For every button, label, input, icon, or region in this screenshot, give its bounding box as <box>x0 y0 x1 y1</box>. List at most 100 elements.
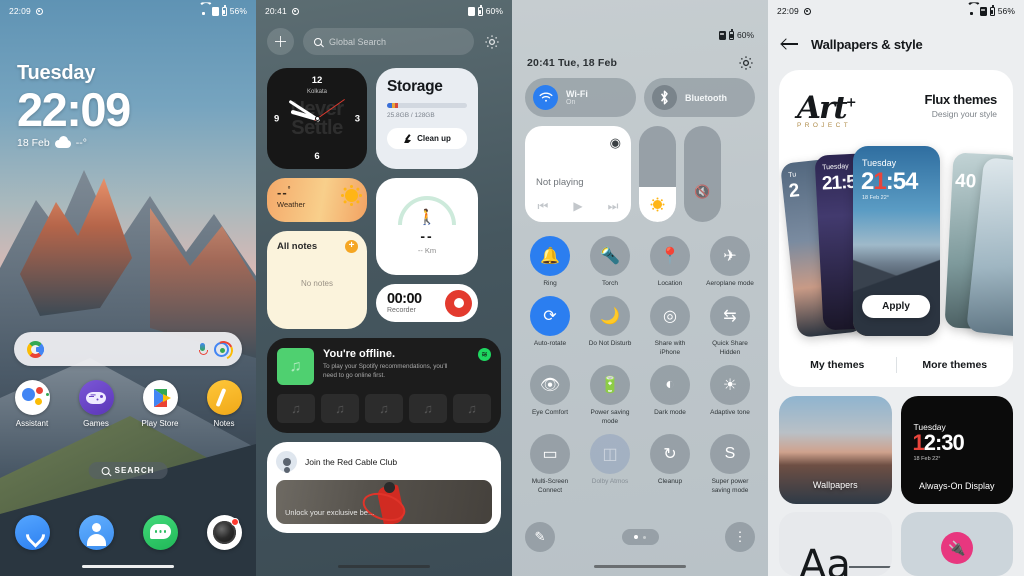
moon-icon: 🌙 <box>590 296 630 337</box>
fonts-tile[interactable]: Aa <box>779 512 892 576</box>
qs-toggle-quick-share[interactable]: ⇆ Quick Share Hidden <box>700 292 760 357</box>
spotify-tile[interactable]: ♫ <box>321 394 359 423</box>
apply-button[interactable]: Apply <box>862 295 930 318</box>
red-cable-banner[interactable]: Unlock your exclusive be... <box>276 480 492 524</box>
dock-messages[interactable] <box>128 515 192 550</box>
dock-contacts[interactable] <box>64 515 128 550</box>
media-prev-button[interactable]: ⏮ <box>538 199 549 214</box>
brightness-slider[interactable] <box>639 126 676 222</box>
qs-tile-wifi[interactable]: Wi-Fi On <box>525 78 636 117</box>
gear-icon[interactable] <box>737 54 755 72</box>
broom-icon <box>403 134 412 143</box>
qs-top-tiles: Wi-Fi On Bluetooth <box>525 78 755 117</box>
album-art-placeholder: ♫ <box>277 348 314 385</box>
battery-percent: 56% <box>229 6 247 16</box>
qs-toggle-cleanup[interactable]: ↻ Cleanup <box>640 430 700 495</box>
nav-gesture-bar[interactable] <box>338 564 430 568</box>
recorder-widget[interactable]: 00:00 Recorder <box>376 284 478 322</box>
play-store-icon <box>142 380 178 415</box>
search-pill-button[interactable]: SEARCH <box>88 462 168 479</box>
art-project-logo: Art+ PROJECT <box>797 90 857 129</box>
spotify-widget[interactable]: ♫ You're offline. To play your Spotify r… <box>267 338 501 433</box>
qs-toggle-ring[interactable]: 🔔 Ring <box>520 232 580 288</box>
global-search-bar[interactable]: Global Search <box>303 28 474 55</box>
page-indicator[interactable] <box>621 529 659 545</box>
google-search-bar[interactable] <box>14 332 242 366</box>
panel-wallpapers-style: 22:09 56% Wallpapers & style Art+ PROJEC… <box>768 0 1024 576</box>
qs-tile-bluetooth[interactable]: Bluetooth <box>644 78 755 117</box>
pencil-icon[interactable]: ✎ <box>525 522 555 552</box>
spotify-tile[interactable]: ♫ <box>277 394 315 423</box>
storage-widget[interactable]: Storage 25.8GB / 128GB Clean up <box>376 68 478 169</box>
weather-widget[interactable]: --° Weather <box>267 178 367 222</box>
record-dot-icon <box>35 7 43 15</box>
bell-icon: 🔔 <box>530 236 570 276</box>
microphone-icon[interactable] <box>199 342 208 356</box>
weather-label: Weather <box>277 200 306 209</box>
app-notes[interactable]: Notes <box>192 380 256 428</box>
nav-gesture-bar[interactable] <box>82 564 174 568</box>
wifi-icon <box>533 85 558 110</box>
qs-toggle-dnd[interactable]: 🌙 Do Not Disturb <box>580 292 640 357</box>
notes-icon <box>206 380 242 415</box>
add-widget-button[interactable] <box>267 28 294 55</box>
qs-toggle-dark-mode[interactable]: ◐ Dark mode <box>640 361 700 426</box>
contrast-circle-icon: ◐ <box>650 365 690 406</box>
qs-toggle-aeroplane[interactable]: ✈ Aeroplane mode <box>700 232 760 288</box>
app-assistant[interactable]: Assistant <box>0 380 64 428</box>
media-player-card[interactable]: ◉ Not playing ⏮ ▶ ⏭ <box>525 126 631 222</box>
cast-icon[interactable]: ◉ <box>610 135 621 151</box>
tab-more-themes[interactable]: More themes <box>897 359 1014 371</box>
record-dot-icon <box>803 7 811 15</box>
sim-icon <box>718 30 726 40</box>
global-search-placeholder: Global Search <box>329 36 387 47</box>
icons-tile[interactable]: 🔌 <box>900 512 1013 576</box>
back-arrow-icon[interactable] <box>782 36 798 52</box>
qs-toggle-torch[interactable]: 🔦 Torch <box>580 232 640 288</box>
volume-slider[interactable]: 🔇 <box>684 126 721 222</box>
record-button[interactable] <box>445 289 472 317</box>
screenshot-strip: 22:09 56% Tuesday 22:09 18 Feb --° Assis… <box>0 0 1024 576</box>
qs-toggle-adaptive-tone[interactable]: ☀ Adaptive tone <box>700 361 760 426</box>
dock-phone[interactable] <box>0 515 64 550</box>
qs-toggle-autorotate[interactable]: ⟳ Auto-rotate <box>520 292 580 357</box>
nav-gesture-bar[interactable] <box>594 564 686 568</box>
steps-widget[interactable]: 🚶 -- -- Km <box>376 178 478 275</box>
settings-tile-row-1: Wallpapers Tuesday 12:30 18 Feb 22° Alwa… <box>779 396 1013 504</box>
notes-widget[interactable]: All notes + No notes <box>267 231 367 329</box>
share-waves-icon: ◎ <box>650 296 690 337</box>
media-next-button[interactable]: ⏭ <box>608 199 619 214</box>
app-play-store[interactable]: Play Store <box>128 380 192 428</box>
status-bar: 22:09 56% <box>0 0 256 22</box>
qs-toggle-label: Location <box>657 280 683 287</box>
theme-carousel[interactable]: Tu 2 Tuesday 21:56 40 Tuesday 21:54 18 F… <box>779 146 1013 338</box>
app-games[interactable]: Games <box>64 380 128 428</box>
qs-toggle-share-iphone[interactable]: ◎ Share with iPhone <box>640 292 700 357</box>
overflow-menu-icon[interactable]: ⋮ <box>725 522 755 552</box>
spotify-tile[interactable]: ♫ <box>453 394 491 423</box>
google-lens-icon[interactable] <box>214 341 229 357</box>
add-note-button[interactable]: + <box>345 240 358 253</box>
banner-caption: Unlock your exclusive be... <box>285 508 375 517</box>
media-play-button[interactable]: ▶ <box>573 199 582 214</box>
app-label: Play Store <box>141 419 179 428</box>
wallpapers-tile[interactable]: Wallpapers <box>779 396 892 504</box>
aod-tile[interactable]: Tuesday 12:30 18 Feb 22° Always-On Displ… <box>900 396 1013 504</box>
qs-toggle-super-saving[interactable]: S Super power saving mode <box>700 430 760 495</box>
qs-tile-sub: On <box>566 99 576 106</box>
search-icon <box>101 466 110 475</box>
red-cable-club-widget[interactable]: Join the Red Cable Club Unlock your excl… <box>267 442 501 533</box>
spotify-tile[interactable]: ♫ <box>409 394 447 423</box>
qs-toggle-power-saving[interactable]: 🔋 Power saving mode <box>580 361 640 426</box>
qs-toggle-dolby[interactable]: ◫ Dolby Atmos <box>580 430 640 495</box>
clean-up-button[interactable]: Clean up <box>387 128 467 149</box>
spotify-tile[interactable]: ♫ <box>365 394 403 423</box>
analog-clock-widget[interactable]: 12 3 6 9 Kolkata Never Settle <box>267 68 367 169</box>
gear-icon[interactable] <box>483 33 501 51</box>
qs-toggle-multiscreen[interactable]: ▭ Multi-Screen Connect <box>520 430 580 495</box>
volume-mute-icon: 🔇 <box>694 184 711 199</box>
tab-my-themes[interactable]: My themes <box>779 359 896 371</box>
qs-toggle-eye-comfort[interactable]: 👁 Eye Comfort <box>520 361 580 426</box>
qs-toggle-location[interactable]: 📍 Location <box>640 232 700 288</box>
dock-camera[interactable] <box>192 515 256 550</box>
